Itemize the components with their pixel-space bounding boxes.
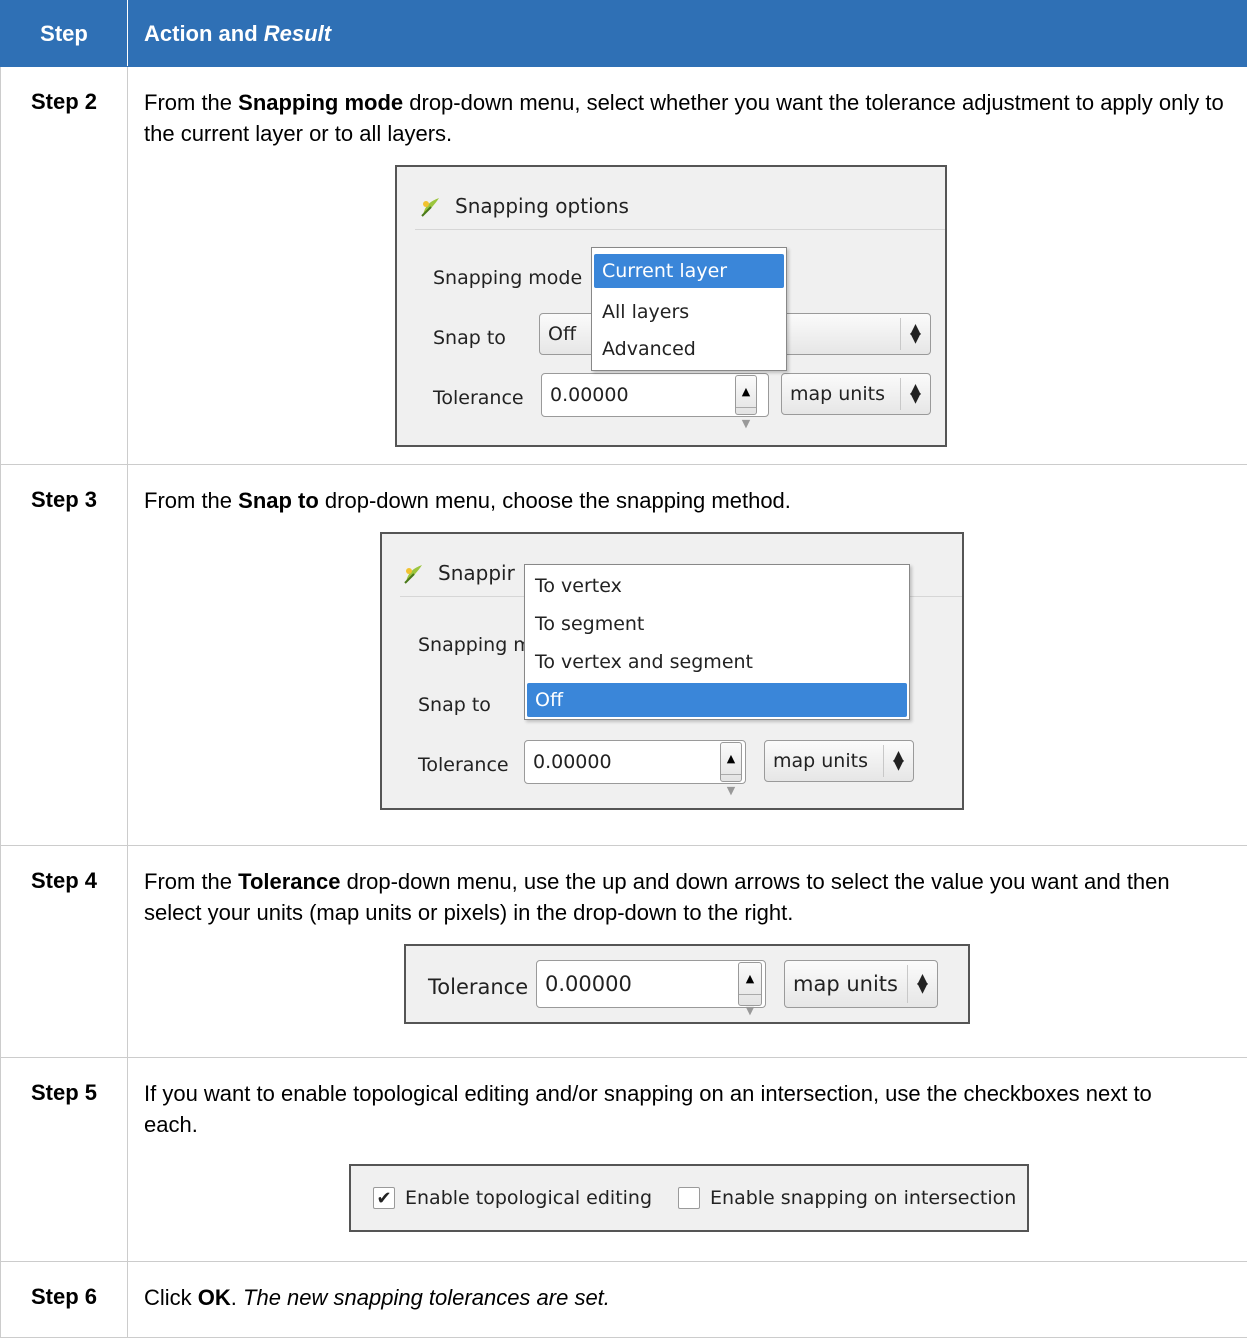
step-text: Click OK. The new snapping tolerances ar… [144,1282,1227,1313]
step-row-5: Step 5 If you want to enable topological… [1,1058,1247,1262]
step-text: If you want to enable topological editin… [144,1078,1227,1140]
step-label: Step 5 [1,1058,128,1262]
dialog-title: Snappir [402,558,515,589]
spin-up-icon: ▲ [739,963,761,994]
chevron-updown-icon: ▲▼ [907,965,937,1003]
chevron-updown-icon: ▲▼ [883,745,913,777]
chevron-updown-icon: ▲▼ [900,378,930,410]
menu-option[interactable]: Off [527,683,907,717]
snap-to-label: Snap to [418,690,491,721]
step-content: From the Snapping mode drop-down menu, s… [128,67,1247,465]
tolerance-screenshot: Tolerance 0.00000 ▲▼ map units ▲▼ [404,944,970,1024]
step-label: Step 4 [1,846,128,1058]
menu-option[interactable]: Current layer [594,254,784,288]
units-dropdown[interactable]: map units ▲▼ [764,740,914,782]
step-label: Step 2 [1,67,128,465]
tolerance-spinner[interactable]: ▲▼ [720,742,742,782]
spin-up-icon: ▲ [721,743,741,774]
step-content: From the Tolerance drop-down menu, use t… [128,846,1247,1058]
tolerance-input[interactable]: 0.00000 [524,740,746,784]
step-label: Step 3 [1,465,128,846]
snap-to-popup[interactable]: To vertex To segment To vertex and segme… [524,564,910,720]
keyword: Tolerance [238,869,340,894]
keyword: OK [198,1285,231,1310]
step-row-2: Step 2 From the Snapping mode drop-down … [1,67,1247,465]
step-row-3: Step 3 From the Snap to drop-down menu, … [1,465,1247,846]
tolerance-spinner[interactable]: ▲▼ [738,962,762,1006]
step-label: Step 6 [1,1262,128,1338]
units-dropdown[interactable]: map units ▲▼ [781,373,931,415]
header-row: Step Action and Result [1,1,1247,67]
qgis-snapping-icon [419,195,443,219]
spin-down-icon: ▼ [739,994,761,1026]
header-result-text: Result [264,21,331,46]
keyword: Snap to [238,488,319,513]
menu-option[interactable]: To vertex and segment [533,645,907,679]
topological-editing-checkbox[interactable]: ✔ [373,1187,395,1209]
checkbox-label: Enable snapping on intersection [710,1183,1016,1214]
spin-down-icon: ▼ [736,407,756,439]
snapping-mode-popup[interactable]: Current layer All layers Advanced [591,247,787,371]
step-content: From the Snap to drop-down menu, choose … [128,465,1247,846]
keyword: Snapping mode [238,90,403,115]
step-content: If you want to enable topological editin… [128,1058,1247,1262]
snapping-options-screenshot-1: Snapping options Snapping mode Snap to O… [395,165,947,447]
tolerance-input[interactable]: 0.00000 [536,960,766,1008]
snap-to-label: Snap to [433,323,506,354]
result-text: The new snapping tolerances are set. [243,1285,610,1310]
checkbox-screenshot: ✔ Enable topological editing Enable snap… [349,1164,1029,1232]
tolerance-label: Tolerance [433,383,524,414]
menu-option[interactable]: All layers [600,295,784,329]
procedure-table: Step Action and Result Step 2 From the S… [0,0,1247,1338]
step-row-4: Step 4 From the Tolerance drop-down menu… [1,846,1247,1058]
step-text: From the Snapping mode drop-down menu, s… [144,87,1227,149]
checkbox-label: Enable topological editing [405,1183,652,1214]
menu-option[interactable]: To vertex [533,569,907,603]
menu-option[interactable]: To segment [533,607,907,641]
header-action-text: Action and [144,21,264,46]
qgis-snapping-icon [402,562,426,586]
header-step: Step [1,1,128,67]
snapping-intersection-checkbox[interactable] [678,1187,700,1209]
header-action: Action and Result [128,1,1247,67]
dialog-title: Snapping options [419,191,629,222]
tolerance-label: Tolerance [428,972,528,1003]
step-text: From the Tolerance drop-down menu, use t… [144,866,1227,928]
tolerance-spinner[interactable]: ▲▼ [735,375,757,415]
chevron-updown-icon: ▲▼ [900,318,930,350]
snapping-mode-label: Snapping mode [433,263,582,294]
snapping-mode-label: Snapping m [418,630,532,661]
spin-up-icon: ▲ [736,376,756,407]
checkmark-icon: ✔ [376,1183,391,1214]
menu-option[interactable]: Advanced [600,332,784,366]
step-text: From the Snap to drop-down menu, choose … [144,485,1227,516]
tolerance-label: Tolerance [418,750,509,781]
snapping-options-screenshot-2: Snappir Snapping m Snap to Tolerance 0.0… [380,532,964,810]
spin-down-icon: ▼ [721,774,741,806]
units-dropdown[interactable]: map units ▲▼ [784,960,938,1008]
step-content: Click OK. The new snapping tolerances ar… [128,1262,1247,1338]
step-row-6: Step 6 Click OK. The new snapping tolera… [1,1262,1247,1338]
